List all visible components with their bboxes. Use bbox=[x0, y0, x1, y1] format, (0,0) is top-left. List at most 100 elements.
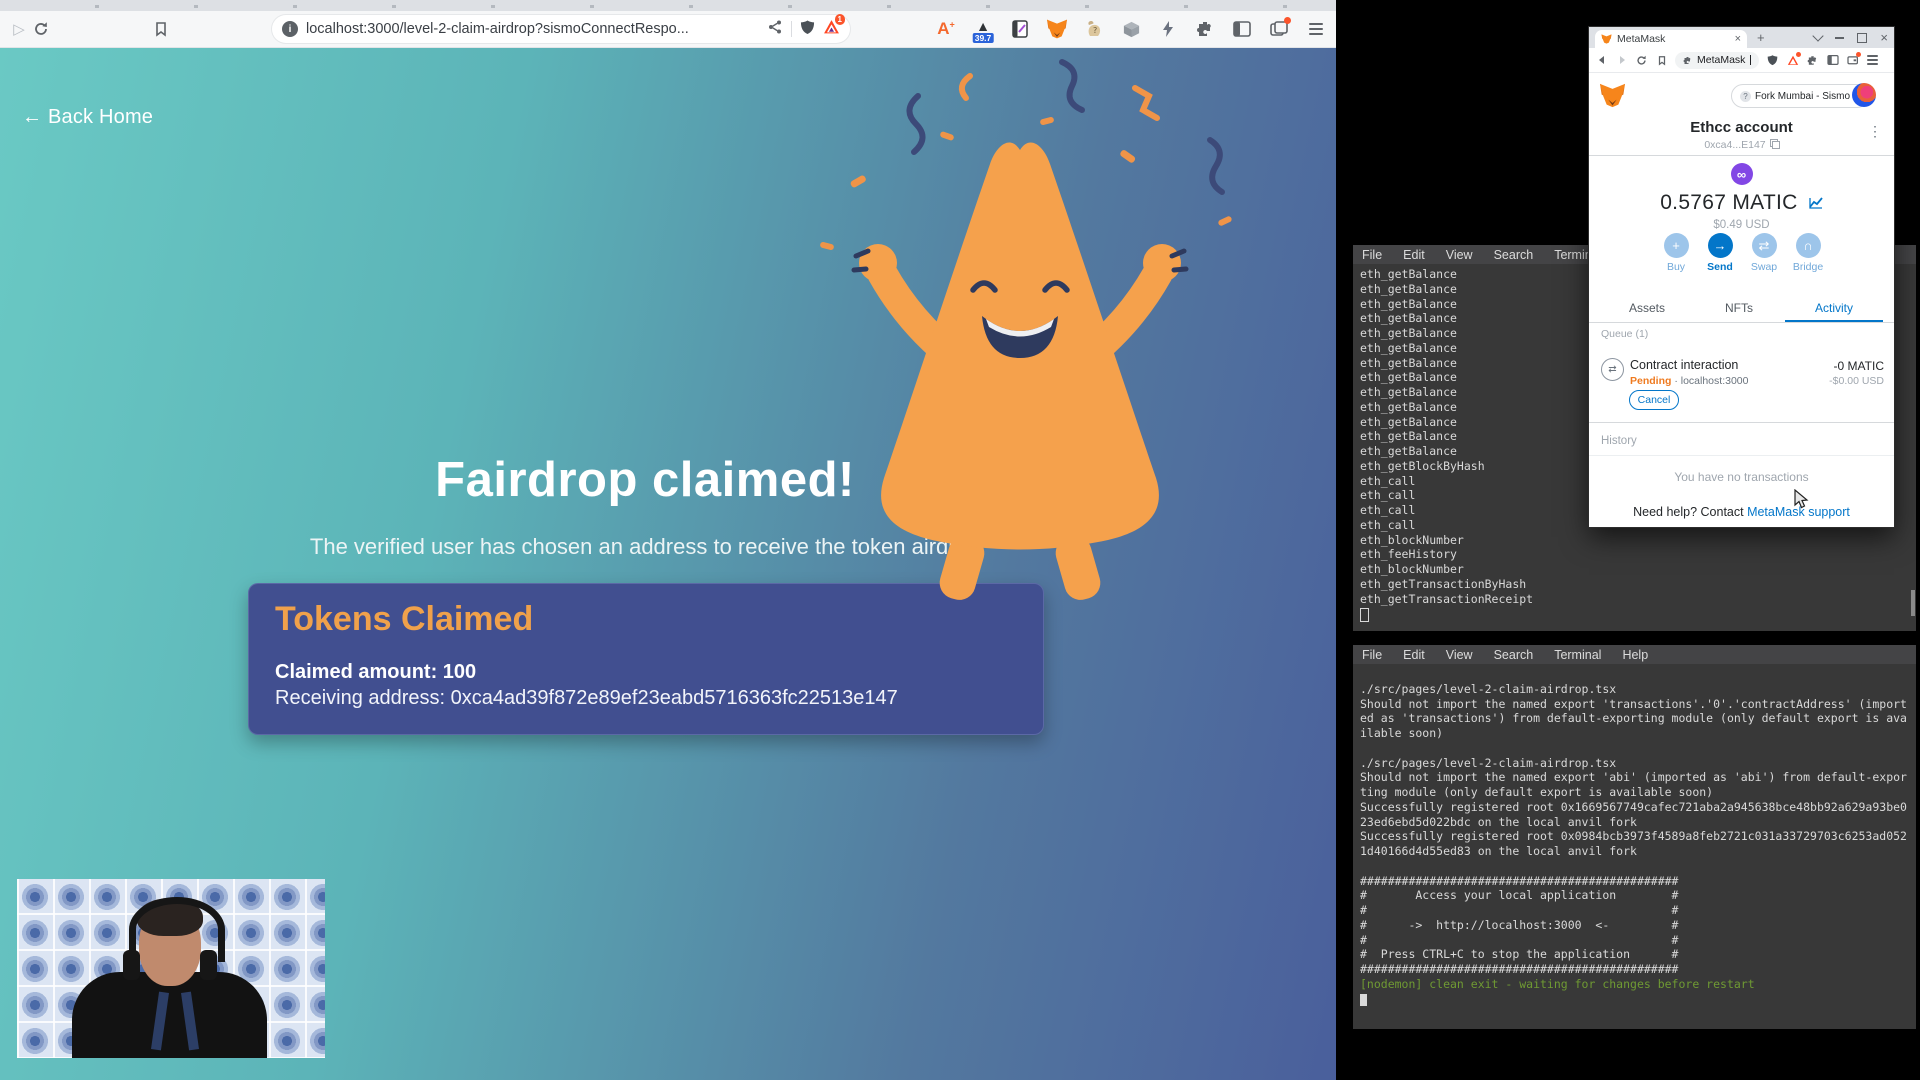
menu-icon[interactable] bbox=[1304, 17, 1328, 41]
url-text[interactable]: localhost:3000/level-2-claim-airdrop?sis… bbox=[306, 21, 759, 37]
puzzle-extension-icon[interactable] bbox=[1193, 17, 1217, 41]
history-label: History bbox=[1601, 435, 1637, 447]
gas-price-extension-icon[interactable]: ▲ 39.7 bbox=[971, 17, 995, 41]
menu-help[interactable]: Help bbox=[1622, 648, 1648, 662]
swap-button[interactable]: ⇄ Swap bbox=[1742, 233, 1786, 273]
headphone-cup bbox=[123, 950, 140, 980]
extension-pin-icon bbox=[1683, 56, 1692, 65]
menu-view[interactable]: View bbox=[1446, 648, 1473, 662]
address-bar-text: MetaMask bbox=[1697, 54, 1745, 66]
wallet-icon[interactable] bbox=[1846, 54, 1859, 67]
claimed-amount: Claimed amount: 100 bbox=[275, 661, 1043, 684]
brave-shield-icon[interactable] bbox=[1766, 54, 1779, 67]
account-avatar[interactable] bbox=[1852, 83, 1876, 107]
back-home-link[interactable]: ← Back Home bbox=[22, 106, 153, 129]
sidebar-icon[interactable] bbox=[1230, 17, 1254, 41]
send-button[interactable]: → Send bbox=[1698, 233, 1742, 273]
maximize-icon[interactable] bbox=[1857, 33, 1867, 43]
bolt-extension-icon[interactable] bbox=[1156, 17, 1180, 41]
metamask-logo bbox=[1599, 83, 1626, 108]
profile-icon[interactable] bbox=[1267, 17, 1291, 41]
share-icon[interactable] bbox=[767, 19, 783, 40]
transaction-origin: · localhost:3000 bbox=[1671, 375, 1748, 387]
page-content: ← Back Home Fairdrop claimed! The verifi… bbox=[0, 48, 1336, 1080]
wallet-tabs: Assets NFTs Activity bbox=[1589, 296, 1894, 323]
squirrel-extension-icon[interactable]: ? bbox=[1082, 17, 1106, 41]
info-icon[interactable]: i bbox=[282, 21, 298, 37]
minimize-icon[interactable] bbox=[1835, 37, 1844, 39]
metamask-browser-tab[interactable]: MetaMask × bbox=[1595, 30, 1747, 48]
price-chart-icon[interactable] bbox=[1809, 197, 1823, 209]
terminal-window-dev-server: File Edit View Search Terminal Help ./sr… bbox=[1353, 645, 1916, 1029]
menu-file[interactable]: File bbox=[1362, 248, 1382, 262]
close-window-icon[interactable]: × bbox=[1880, 30, 1888, 45]
account-name: Ethcc account bbox=[1589, 119, 1894, 136]
bridge-button[interactable]: ∩ Bridge bbox=[1786, 233, 1830, 273]
forward-icon[interactable]: ▷ bbox=[8, 18, 30, 40]
cancel-button[interactable]: Cancel bbox=[1629, 390, 1679, 410]
bat-rewards-icon[interactable]: 1 bbox=[823, 19, 840, 40]
tab-activity[interactable]: Activity bbox=[1815, 301, 1853, 315]
bridge-icon: ∩ bbox=[1796, 233, 1821, 258]
tab-nfts[interactable]: NFTs bbox=[1725, 301, 1753, 315]
reload-icon[interactable] bbox=[30, 18, 52, 40]
metamask-favicon bbox=[1601, 34, 1612, 44]
menu-icon[interactable] bbox=[1866, 54, 1879, 67]
swap-icon: ⇄ bbox=[1752, 233, 1777, 258]
forward-icon[interactable] bbox=[1615, 54, 1628, 67]
url-bar[interactable]: i localhost:3000/level-2-claim-airdrop?s… bbox=[272, 15, 850, 43]
rewards-badge: 1 bbox=[835, 14, 845, 25]
bat-rewards-icon[interactable] bbox=[1786, 54, 1799, 67]
mascot-character bbox=[790, 58, 1250, 608]
puzzle-icon[interactable] bbox=[1806, 54, 1819, 67]
journal-extension-icon[interactable] bbox=[1008, 17, 1032, 41]
menu-search[interactable]: Search bbox=[1494, 648, 1534, 662]
package-extension-icon[interactable] bbox=[1119, 17, 1143, 41]
menu-view[interactable]: View bbox=[1446, 248, 1473, 262]
reload-icon[interactable] bbox=[1635, 54, 1648, 67]
transaction-status: Pending bbox=[1630, 375, 1671, 387]
transaction-amount: -0 MATIC bbox=[1834, 359, 1884, 373]
scrollbar-thumb[interactable] bbox=[1911, 590, 1915, 616]
transaction-title[interactable]: Contract interaction bbox=[1630, 358, 1738, 372]
adblock-extension-icon[interactable]: A+ bbox=[934, 17, 958, 41]
extension-icons: A+ ▲ 39.7 ? bbox=[934, 17, 1328, 41]
sidebar-icon[interactable] bbox=[1826, 54, 1839, 67]
divider bbox=[1589, 455, 1894, 456]
menu-terminal[interactable]: Terminal bbox=[1554, 648, 1601, 662]
copy-icon[interactable] bbox=[1770, 139, 1779, 148]
notification-dot bbox=[1856, 52, 1861, 57]
address-bar[interactable]: MetaMask bbox=[1675, 52, 1759, 69]
gas-price-badge: 39.7 bbox=[973, 33, 994, 43]
metamask-extension-icon[interactable] bbox=[1045, 17, 1069, 41]
terminal-menubar: File Edit View Search Terminal Help bbox=[1353, 645, 1916, 664]
bookmark-icon[interactable] bbox=[1655, 54, 1668, 67]
webcam-video bbox=[17, 879, 325, 1058]
menu-edit[interactable]: Edit bbox=[1403, 648, 1425, 662]
account-address[interactable]: 0xca4...E147 bbox=[1589, 139, 1894, 151]
balance-usd: $0.49 USD bbox=[1589, 219, 1894, 231]
network-selector[interactable]: ? Fork Mumbai - Sismo bbox=[1731, 84, 1869, 108]
network-name: Fork Mumbai - Sismo bbox=[1755, 91, 1850, 102]
mouse-cursor bbox=[1794, 489, 1809, 509]
nodemon-status-line: [nodemon] clean exit - waiting for chang… bbox=[1360, 977, 1916, 992]
active-tab-underline bbox=[1785, 320, 1883, 322]
chevron-down-icon[interactable] bbox=[1813, 30, 1824, 41]
tab-assets[interactable]: Assets bbox=[1629, 301, 1665, 315]
tab-strip[interactable] bbox=[0, 0, 1336, 11]
buy-icon: + bbox=[1664, 233, 1689, 258]
back-icon[interactable] bbox=[1595, 54, 1608, 67]
svg-text:?: ? bbox=[1093, 26, 1097, 35]
menu-edit[interactable]: Edit bbox=[1403, 248, 1425, 262]
bookmark-icon[interactable] bbox=[150, 18, 172, 40]
menu-file[interactable]: File bbox=[1362, 648, 1382, 662]
kebab-menu-icon[interactable]: ⋮ bbox=[1868, 123, 1882, 140]
buy-button[interactable]: + Buy bbox=[1654, 233, 1698, 273]
new-tab-icon[interactable]: + bbox=[1757, 30, 1765, 45]
close-tab-icon[interactable]: × bbox=[1735, 33, 1741, 45]
receiving-address: Receiving address: 0xca4ad39f872e89ef23e… bbox=[275, 687, 1043, 710]
tab-title: MetaMask bbox=[1617, 33, 1665, 45]
network-icon: ? bbox=[1740, 91, 1751, 102]
brave-shield-icon[interactable] bbox=[800, 19, 815, 40]
menu-search[interactable]: Search bbox=[1494, 248, 1534, 262]
